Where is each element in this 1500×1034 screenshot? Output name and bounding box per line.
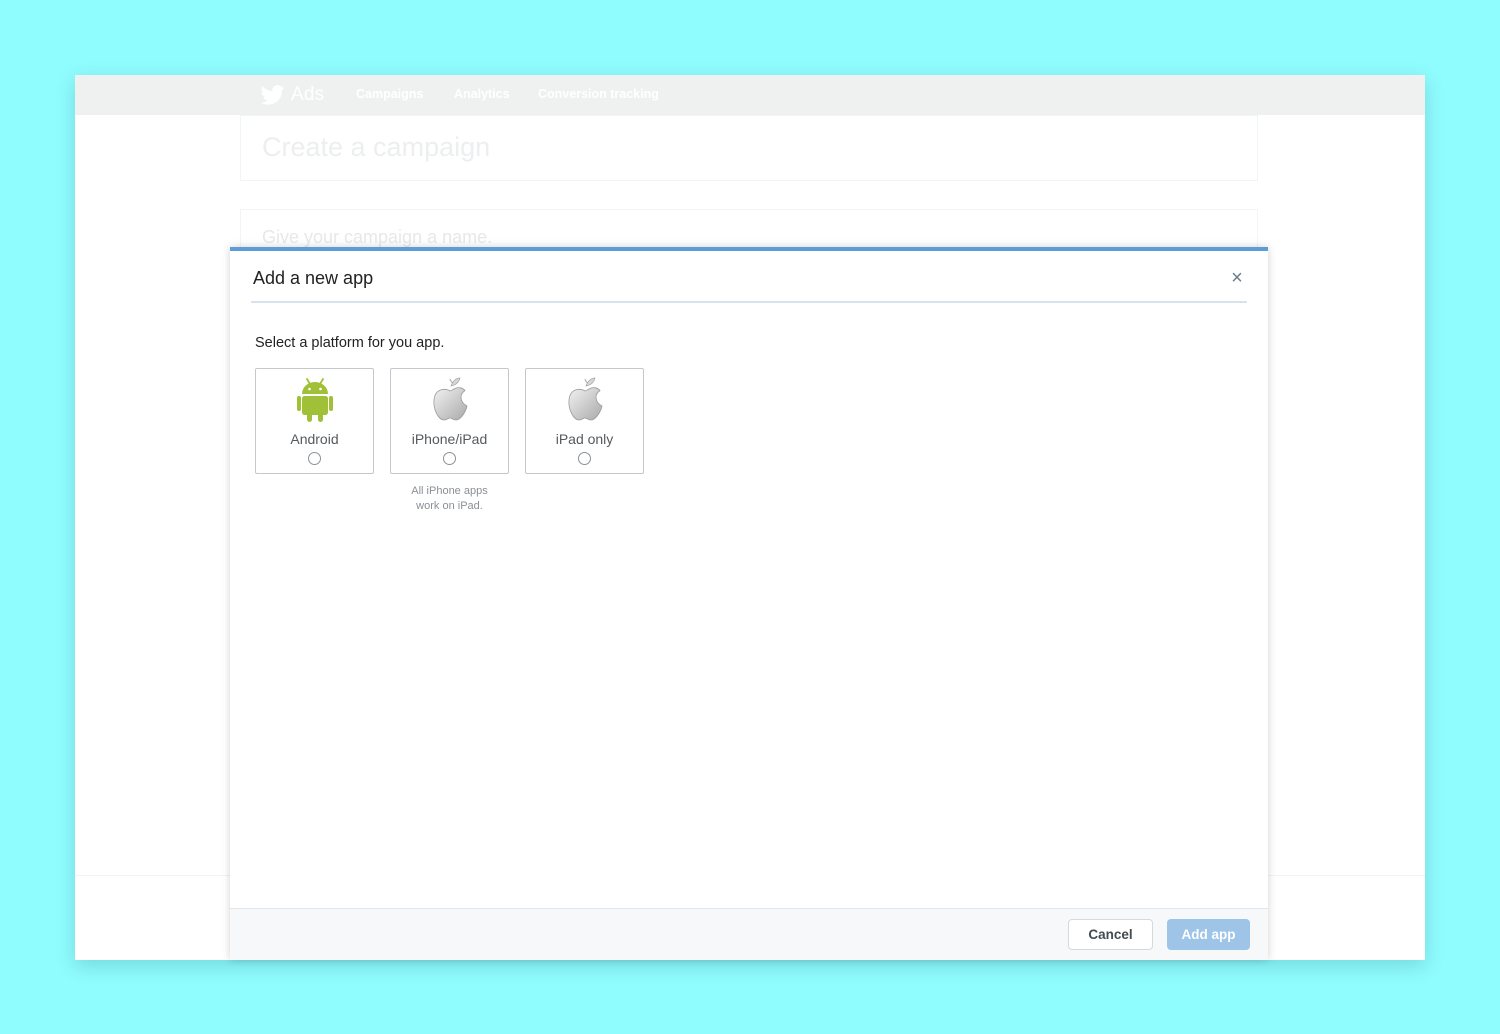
platform-label: iPad only	[555, 431, 614, 447]
page-title: Create a campaign	[262, 132, 491, 162]
platform-tile-iphone-ipad[interactable]: iPhone/iPad	[390, 368, 509, 474]
nav-campaigns[interactable]: Campaigns	[356, 87, 423, 101]
top-navigation-bar: Ads Campaigns Analytics Conversion track…	[75, 75, 1425, 115]
twitter-bird-icon	[261, 85, 285, 105]
platform-label: Android	[290, 431, 339, 447]
brand-label: Ads	[291, 84, 325, 105]
platform-label: iPhone/iPad	[411, 431, 488, 447]
dialog-title: Add a new app	[253, 268, 374, 288]
add-app-dialog: Add a new app × Select a platform for yo…	[230, 247, 1268, 960]
add-app-button[interactable]: Add app	[1167, 919, 1250, 950]
close-icon[interactable]: ×	[1226, 267, 1248, 289]
android-icon	[296, 378, 333, 422]
platform-tile-ipad-only[interactable]: iPad only	[525, 368, 644, 474]
platform-radio-android[interactable]	[308, 452, 321, 465]
nav-conversion-tracking[interactable]: Conversion tracking	[538, 87, 659, 101]
nav-analytics[interactable]: Analytics	[454, 87, 510, 101]
platform-prompt: Select a platform for you app.	[255, 335, 445, 351]
dialog-footer: Cancel Add app	[230, 908, 1268, 960]
campaign-name-prompt: Give your campaign a name.	[262, 227, 493, 247]
brand[interactable]: Ads	[261, 80, 324, 110]
dialog-header-divider	[251, 301, 1247, 303]
apple-icon	[433, 377, 467, 421]
iphone-ipad-hint: All iPhone apps work on iPad.	[411, 485, 488, 512]
platform-tile-android[interactable]: Android	[255, 368, 374, 474]
platform-radio-iphone-ipad[interactable]	[443, 452, 456, 465]
platform-radio-ipad-only[interactable]	[578, 452, 591, 465]
apple-icon	[568, 377, 602, 421]
cancel-button[interactable]: Cancel	[1068, 919, 1153, 950]
